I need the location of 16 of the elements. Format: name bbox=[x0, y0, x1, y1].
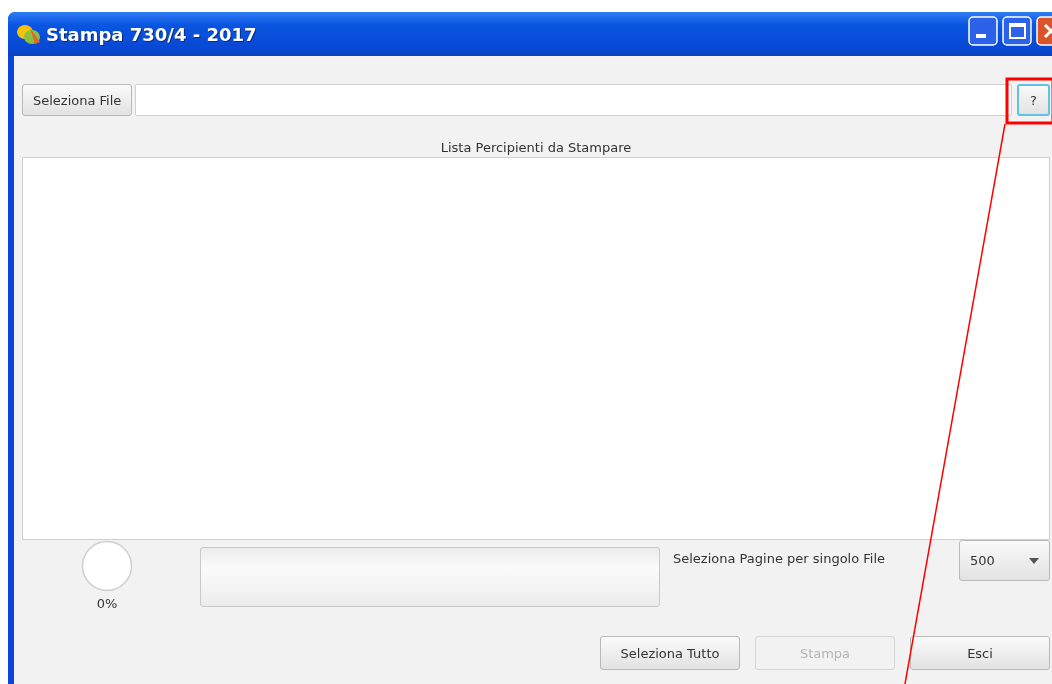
pages-dropdown[interactable]: 500 bbox=[959, 540, 1050, 581]
minimize-icon[interactable] bbox=[968, 16, 998, 46]
help-button[interactable]: ? bbox=[1017, 84, 1050, 116]
pages-per-file-label: Seleziona Pagine per singolo File bbox=[673, 551, 887, 566]
progress-ring bbox=[81, 540, 133, 592]
progress-percent: 0% bbox=[96, 596, 118, 611]
list-title: Lista Percipienti da Stampare bbox=[440, 140, 632, 155]
select-file-button[interactable]: Seleziona File bbox=[22, 84, 133, 116]
window-title: Stampa 730/4 - 2017 bbox=[46, 23, 258, 45]
file-path-field[interactable] bbox=[135, 84, 1012, 116]
exit-button[interactable]: Esci bbox=[910, 636, 1050, 670]
highlight-frame bbox=[1005, 77, 1052, 125]
caret-icon bbox=[1029, 557, 1039, 564]
select-all-button[interactable]: Seleziona Tutto bbox=[600, 636, 740, 670]
maximize-icon[interactable] bbox=[1002, 16, 1032, 46]
app-icon bbox=[16, 22, 42, 46]
